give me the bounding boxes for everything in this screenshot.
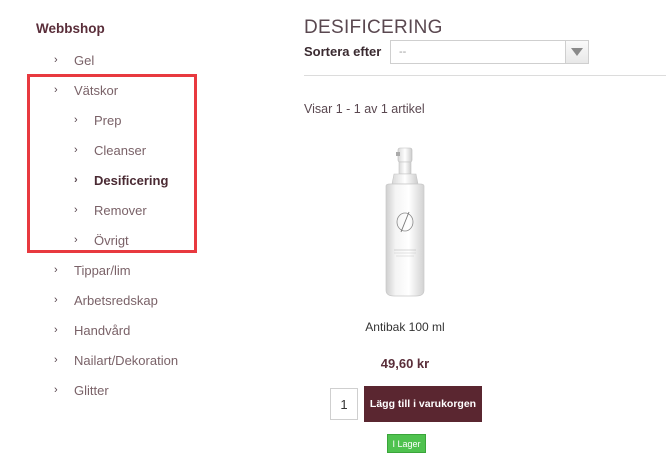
sidebar-item-label: Glitter	[74, 382, 109, 398]
sidebar-item-arbetsredskap[interactable]: › Arbetsredskap	[54, 290, 158, 310]
quantity-input[interactable]	[330, 388, 358, 420]
chevron-right-icon: ›	[74, 114, 78, 126]
product-price: 49,60 kr	[380, 356, 430, 371]
sidebar-heading: Webbshop	[36, 21, 105, 36]
sort-select[interactable]: --	[390, 40, 589, 64]
sidebar-item-label: Övrigt	[94, 232, 129, 248]
chevron-right-icon: ›	[54, 324, 58, 336]
sidebar-item-handvard[interactable]: › Handvård	[54, 320, 130, 340]
sidebar-item-label: Nailart/Dekoration	[74, 352, 179, 368]
chevron-right-icon: ›	[54, 84, 58, 96]
chevron-right-icon: ›	[74, 204, 78, 216]
sidebar-item-label: Prep	[94, 112, 122, 128]
chevron-down-icon[interactable]	[565, 41, 588, 63]
sidebar-item-cleanser[interactable]: › Cleanser	[74, 140, 146, 160]
chevron-right-icon: ›	[54, 354, 58, 366]
chevron-right-icon: ›	[74, 234, 78, 246]
sidebar-item-tippar-lim[interactable]: › Tippar/lim	[54, 260, 131, 280]
sidebar-item-label: Handvård	[74, 322, 131, 338]
chevron-right-icon: ›	[54, 264, 58, 276]
sidebar-item-label: Tippar/lim	[74, 262, 131, 278]
chevron-right-icon: ›	[54, 54, 58, 66]
page-title: DESIFICERING	[304, 17, 443, 38]
sidebar-item-vatskor[interactable]: › Vätskor	[54, 80, 118, 100]
add-to-cart-button[interactable]: Lägg till i varukorgen	[364, 386, 482, 422]
sidebar-item-prep[interactable]: › Prep	[74, 110, 121, 130]
sidebar-item-nailart-dekoration[interactable]: › Nailart/Dekoration	[54, 350, 178, 370]
sidebar-item-label: Arbetsredskap	[74, 292, 158, 308]
sidebar-item-label: Desificering	[94, 172, 169, 188]
sidebar-item-gel[interactable]: › Gel	[54, 50, 94, 70]
sidebar: Webbshop › Gel › Vätskor › Prep › Cleans…	[0, 0, 280, 471]
sidebar-item-label: Vätskor	[74, 82, 119, 98]
chevron-right-icon: ›	[74, 144, 78, 156]
sidebar-item-glitter[interactable]: › Glitter	[54, 380, 109, 400]
sidebar-item-ovrigt[interactable]: › Övrigt	[74, 230, 129, 250]
product-image[interactable]	[366, 140, 446, 300]
highlight-box	[27, 74, 197, 253]
sort-label: Sortera efter	[304, 44, 382, 59]
chevron-right-icon: ›	[74, 174, 78, 186]
sort-select-value: --	[399, 46, 407, 58]
chevron-right-icon: ›	[54, 384, 58, 396]
sidebar-item-label: Cleanser	[94, 142, 147, 158]
divider	[304, 75, 666, 76]
sidebar-item-remover[interactable]: › Remover	[74, 200, 147, 220]
sidebar-item-desificering[interactable]: › Desificering	[74, 170, 168, 190]
stock-badge: I Lager	[387, 434, 426, 453]
sidebar-item-label: Remover	[94, 202, 147, 218]
results-count: Visar 1 - 1 av 1 artikel	[304, 102, 425, 116]
product-name[interactable]: Antibak 100 ml	[304, 320, 506, 334]
chevron-right-icon: ›	[54, 294, 58, 306]
sidebar-item-label: Gel	[74, 52, 95, 68]
